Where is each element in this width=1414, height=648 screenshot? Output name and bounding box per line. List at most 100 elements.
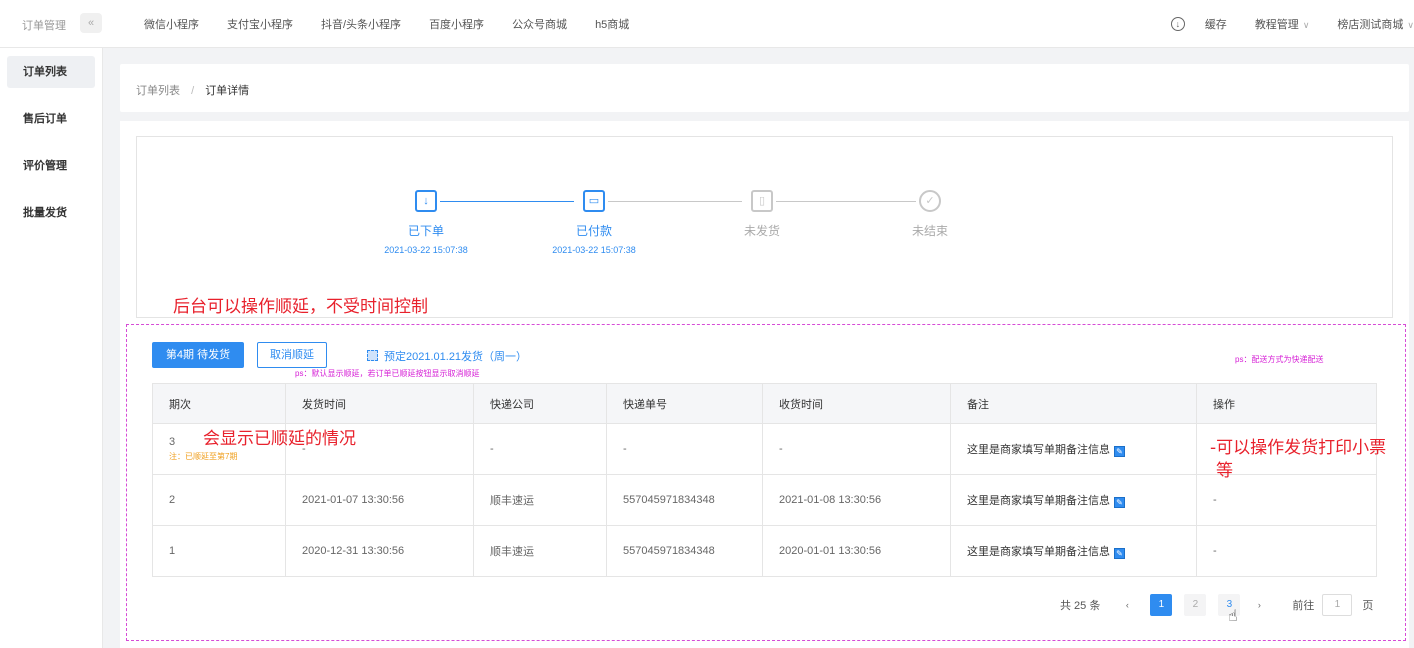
col-operation: 操作	[1196, 383, 1377, 424]
cell-operation: -	[1196, 525, 1377, 577]
schedule-text: 预定2021.01.21发货（周一）	[384, 351, 528, 363]
annotation-ps-default: ps：默认显示顺延，若订单已顺延按钮显示取消顺延	[295, 369, 480, 378]
goto-page-input[interactable]: 1	[1322, 594, 1353, 616]
order-placed-icon: ↓	[415, 190, 437, 212]
col-tracking: 快递单号	[606, 383, 763, 424]
nav-wechat[interactable]: 微信小程序	[144, 16, 199, 32]
edit-icon[interactable]: ✎	[1114, 446, 1125, 457]
collapse-sidebar-button[interactable]: «	[80, 13, 102, 33]
page-button-2[interactable]: 2	[1184, 594, 1207, 616]
goto-label: 前往	[1292, 600, 1315, 612]
periods-table: 期次 发货时间 快递公司 快递单号 收货时间 备注 操作 3 注：已顺延至第7期 …	[152, 383, 1377, 577]
cell-company: 顺丰速运	[473, 525, 607, 577]
nav-h5[interactable]: h5商城	[595, 16, 629, 32]
cell-tracking: 557045971834348	[606, 474, 763, 526]
wallet-icon: ▭	[583, 190, 605, 212]
pagination: 共 25 条 ‹ 1 2 3 › 前往 1 页	[1060, 594, 1373, 616]
sidebar: 订单列表 售后订单 评价管理 批量发货	[0, 48, 103, 648]
hand-cursor-icon: ☝	[1228, 608, 1238, 625]
tutorial-menu[interactable]: 教程管理 ∨	[1255, 16, 1310, 32]
cell-ship-time: 2021-01-07 13:30:56	[285, 474, 474, 526]
top-bar: 订单管理 « 微信小程序 支付宝小程序 抖音/头条小程序 百度小程序 公众号商城…	[0, 0, 1414, 48]
next-page-button[interactable]: ›	[1252, 594, 1266, 616]
nav-douyin[interactable]: 抖音/头条小程序	[321, 16, 401, 32]
nav-alipay[interactable]: 支付宝小程序	[227, 16, 293, 32]
period-status-button[interactable]: 第4期 待发货	[152, 342, 244, 368]
package-icon: ▯	[751, 190, 773, 212]
cell-receive-time: -	[762, 423, 951, 475]
cell-receive-time: 2020-01-01 13:30:56	[762, 525, 951, 577]
breadcrumb: 订单列表 / 订单详情	[136, 82, 249, 98]
period-number: 2	[169, 494, 176, 506]
prev-page-button[interactable]: ‹	[1120, 594, 1134, 616]
step-unshipped: ▯ 未发货	[682, 190, 842, 239]
cell-ship-time: 2020-12-31 13:30:56	[285, 525, 474, 577]
remark-text: 这里是商家填写单期备注信息	[967, 444, 1110, 456]
col-period: 期次	[152, 383, 286, 424]
annotation-delay: 后台可以操作顺延，不受时间控制	[173, 297, 428, 317]
edit-icon[interactable]: ✎	[1114, 548, 1125, 559]
edit-icon[interactable]: ✎	[1114, 497, 1125, 508]
annotation-ops-line2: 等	[1216, 461, 1233, 481]
cell-remark: 这里是商家填写单期备注信息 ✎	[950, 474, 1197, 526]
chevron-down-icon: ∨	[1302, 20, 1310, 30]
download-icon[interactable]: ↓	[1170, 17, 1185, 31]
schedule-info: 预定2021.01.21发货（周一）	[367, 348, 527, 364]
shop-menu[interactable]: 榜店测试商城 ∨	[1337, 16, 1414, 32]
nav-baidu[interactable]: 百度小程序	[429, 16, 484, 32]
col-company: 快递公司	[473, 383, 607, 424]
nav-official-account[interactable]: 公众号商城	[512, 16, 567, 32]
step-paid: ▭ 已付款 2021-03-22 15:07:38	[514, 190, 674, 255]
table-row: 1 2020-12-31 13:30:56 顺丰速运 5570459718343…	[152, 525, 1377, 577]
step-label: 未发货	[743, 224, 780, 238]
col-receive-time: 收货时间	[762, 383, 951, 424]
total-count: 共 25 条	[1060, 600, 1101, 612]
step-time: 2021-03-22 15:07:38	[552, 245, 636, 255]
sidebar-item-after-sale[interactable]: 售后订单	[7, 103, 95, 135]
step-unfinished: ✓ 未结束	[850, 190, 1010, 239]
calendar-icon	[367, 350, 378, 361]
breadcrumb-card: 订单列表 / 订单详情	[120, 64, 1409, 112]
period-number: 3	[169, 436, 176, 448]
breadcrumb-parent[interactable]: 订单列表	[136, 85, 180, 97]
sidebar-item-batch-ship[interactable]: 批量发货	[7, 197, 95, 229]
cell-remark: 这里是商家填写单期备注信息 ✎	[950, 525, 1197, 577]
top-right-menu: ↓ 缓存 教程管理 ∨ 榜店测试商城 ∨	[1170, 0, 1414, 48]
annotation-ops-line1: -可以操作发货打印小票	[1210, 438, 1387, 458]
cell-tracking: -	[606, 423, 763, 475]
chevron-down-icon: ∨	[1407, 20, 1414, 30]
annotation-ops: -可以操作发货打印小票 等	[1210, 437, 1410, 483]
breadcrumb-current: 订单详情	[205, 85, 250, 97]
app-title: 订单管理	[22, 20, 66, 32]
step-label: 未结束	[911, 224, 948, 238]
cancel-delay-button[interactable]: 取消顺延	[257, 342, 327, 368]
delay-note: 注：已顺延至第7期	[169, 452, 238, 461]
sidebar-item-reviews[interactable]: 评价管理	[7, 150, 95, 182]
step-time: 2021-03-22 15:07:38	[384, 245, 468, 255]
check-circle-icon: ✓	[919, 190, 941, 212]
page-button-1[interactable]: 1	[1150, 594, 1173, 616]
annotation-row: 会显示已顺延的情况	[203, 429, 356, 449]
col-remark: 备注	[950, 383, 1197, 424]
cell-company: 顺丰速运	[473, 474, 607, 526]
col-ship-time: 发货时间	[285, 383, 474, 424]
step-ordered: ↓ 已下单 2021-03-22 15:07:38	[346, 190, 506, 255]
cell-period: 1	[152, 525, 286, 577]
cell-period: 2	[152, 474, 286, 526]
step-label: 已付款	[575, 224, 612, 238]
sidebar-item-order-list[interactable]: 订单列表	[7, 56, 95, 88]
remark-text: 这里是商家填写单期备注信息	[967, 495, 1110, 507]
page-suffix: 页	[1362, 600, 1374, 612]
cell-remark: 这里是商家填写单期备注信息 ✎	[950, 423, 1197, 475]
cell-company: -	[473, 423, 607, 475]
step-label: 已下单	[407, 224, 444, 238]
platform-nav: 微信小程序 支付宝小程序 抖音/头条小程序 百度小程序 公众号商城 h5商城	[130, 0, 643, 48]
period-number: 1	[169, 545, 176, 557]
cache-button[interactable]: 缓存	[1205, 16, 1227, 32]
table-row: 2 2021-01-07 13:30:56 顺丰速运 5570459718343…	[152, 474, 1377, 526]
cell-receive-time: 2021-01-08 13:30:56	[762, 474, 951, 526]
annotation-ps-delivery: ps：配送方式为快递配送	[1235, 355, 1324, 364]
table-header-row: 期次 发货时间 快递公司 快递单号 收货时间 备注 操作	[152, 383, 1377, 424]
cell-tracking: 557045971834348	[606, 525, 763, 577]
tutorial-label: 教程管理	[1254, 19, 1299, 31]
